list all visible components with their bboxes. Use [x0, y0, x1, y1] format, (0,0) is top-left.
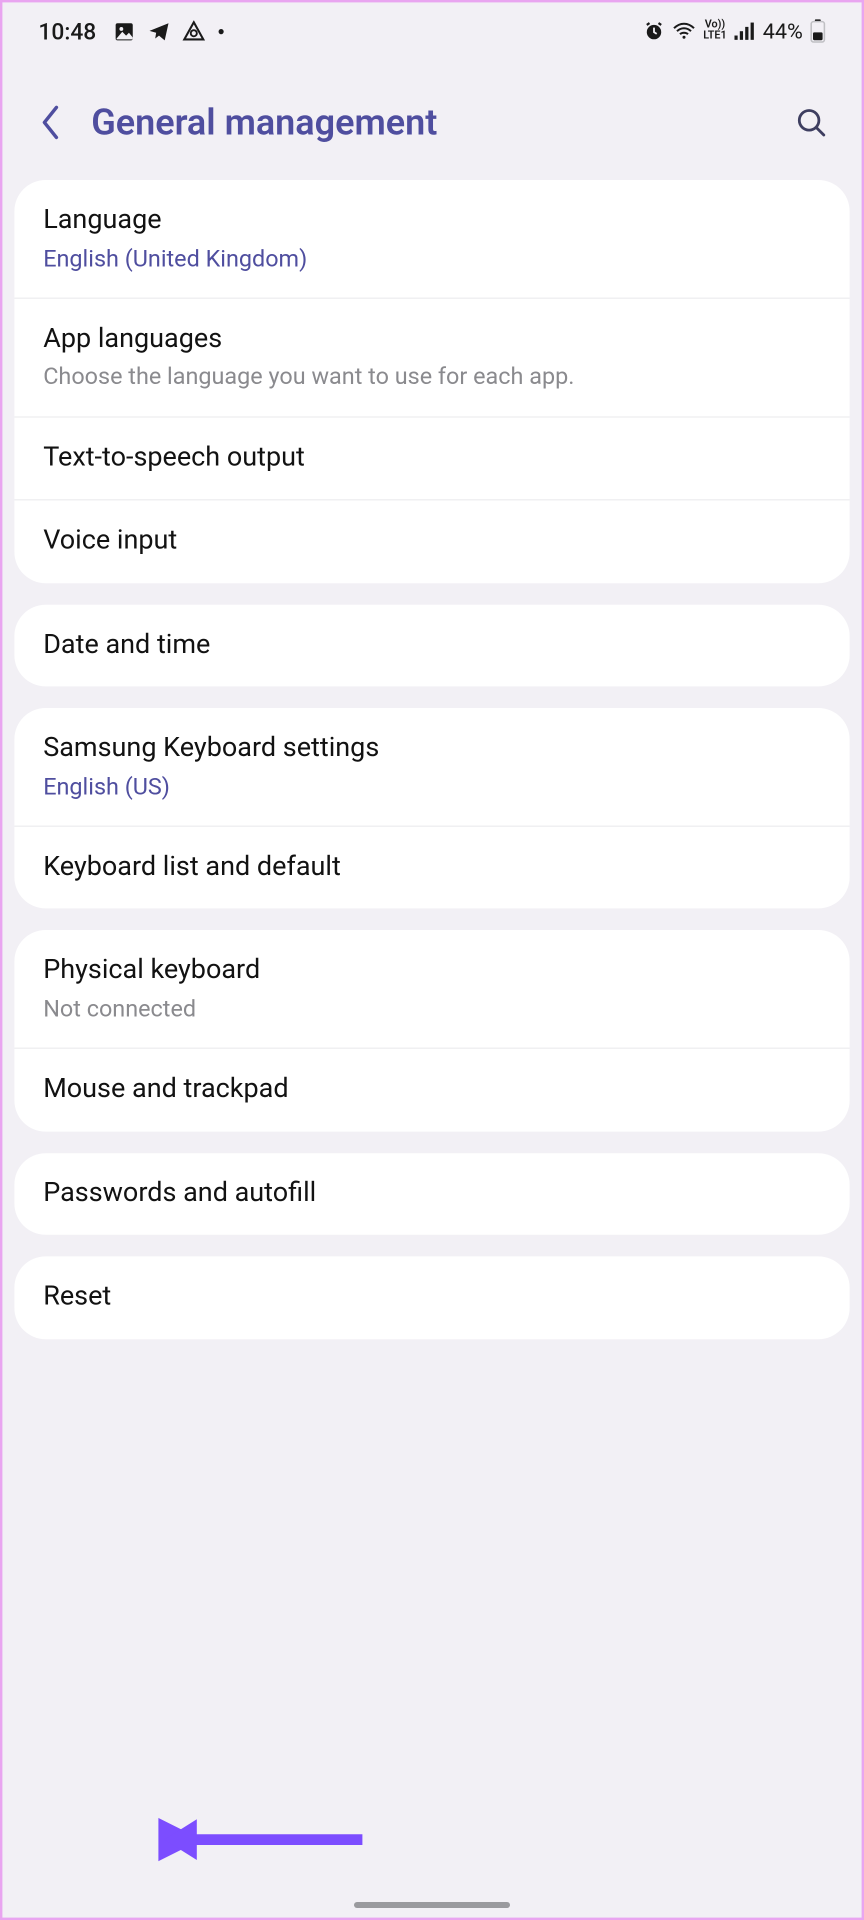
- item-subtitle: English (United Kingdom): [43, 242, 821, 275]
- item-title: Passwords and autofill: [43, 1174, 821, 1212]
- item-title: Text-to-speech output: [43, 439, 821, 477]
- status-time: 10:48: [38, 17, 96, 45]
- page-header: General management: [2, 60, 861, 180]
- item-title: Date and time: [43, 626, 821, 664]
- item-reset[interactable]: Reset: [14, 1257, 849, 1339]
- item-subtitle: English (US): [43, 770, 821, 803]
- settings-group-reset: Reset: [14, 1257, 849, 1339]
- item-title: Voice input: [43, 522, 821, 560]
- back-button[interactable]: [29, 101, 72, 144]
- settings-group-devices: Physical keyboard Not connected Mouse an…: [14, 930, 849, 1131]
- item-date-time[interactable]: Date and time: [14, 604, 849, 686]
- status-right: Vo)) LTE1 44%: [643, 19, 825, 44]
- item-language[interactable]: Language English (United Kingdom): [14, 180, 849, 297]
- network-type: Vo)) LTE1: [703, 20, 726, 42]
- settings-group-passwords: Passwords and autofill: [14, 1153, 849, 1235]
- alarm-icon: [643, 20, 665, 42]
- item-mouse-trackpad[interactable]: Mouse and trackpad: [14, 1048, 849, 1131]
- annotation-arrow: [158, 1810, 374, 1870]
- search-icon: [794, 106, 828, 140]
- settings-group-datetime: Date and time: [14, 604, 849, 686]
- item-subtitle: Choose the language you want to use for …: [43, 360, 821, 393]
- battery-icon: [810, 19, 826, 43]
- wifi-icon: [672, 20, 696, 42]
- item-title: Reset: [43, 1278, 821, 1316]
- item-passwords-autofill[interactable]: Passwords and autofill: [14, 1153, 849, 1235]
- search-button[interactable]: [787, 98, 835, 146]
- settings-group-keyboard: Samsung Keyboard settings English (US) K…: [14, 708, 849, 909]
- dot-icon: ●: [217, 25, 224, 38]
- page-title: General management: [91, 101, 787, 143]
- item-physical-keyboard[interactable]: Physical keyboard Not connected: [14, 930, 849, 1047]
- signal-icon: [734, 22, 756, 41]
- home-indicator[interactable]: [354, 1902, 510, 1908]
- status-left: 10:48 ●: [38, 17, 224, 45]
- telegram-icon: [148, 20, 171, 43]
- item-keyboard-list[interactable]: Keyboard list and default: [14, 825, 849, 908]
- item-voice-input[interactable]: Voice input: [14, 499, 849, 582]
- chevron-left-icon: [37, 104, 63, 140]
- item-title: Physical keyboard: [43, 952, 821, 990]
- item-app-languages[interactable]: App languages Choose the language you wa…: [14, 297, 849, 416]
- item-title: Language: [43, 202, 821, 240]
- settings-group-language: Language English (United Kingdom) App la…: [14, 180, 849, 583]
- item-title: Samsung Keyboard settings: [43, 730, 821, 768]
- image-icon: [113, 20, 136, 43]
- item-title: Keyboard list and default: [43, 848, 821, 886]
- item-samsung-keyboard[interactable]: Samsung Keyboard settings English (US): [14, 708, 849, 825]
- warning-triangle-icon: [183, 20, 206, 43]
- item-subtitle: Not connected: [43, 992, 821, 1025]
- item-title: Mouse and trackpad: [43, 1071, 821, 1109]
- status-bar: 10:48 ● Vo)) LTE1 44%: [2, 2, 861, 60]
- item-title: App languages: [43, 320, 821, 358]
- item-tts[interactable]: Text-to-speech output: [14, 416, 849, 499]
- battery-percent: 44%: [763, 19, 803, 44]
